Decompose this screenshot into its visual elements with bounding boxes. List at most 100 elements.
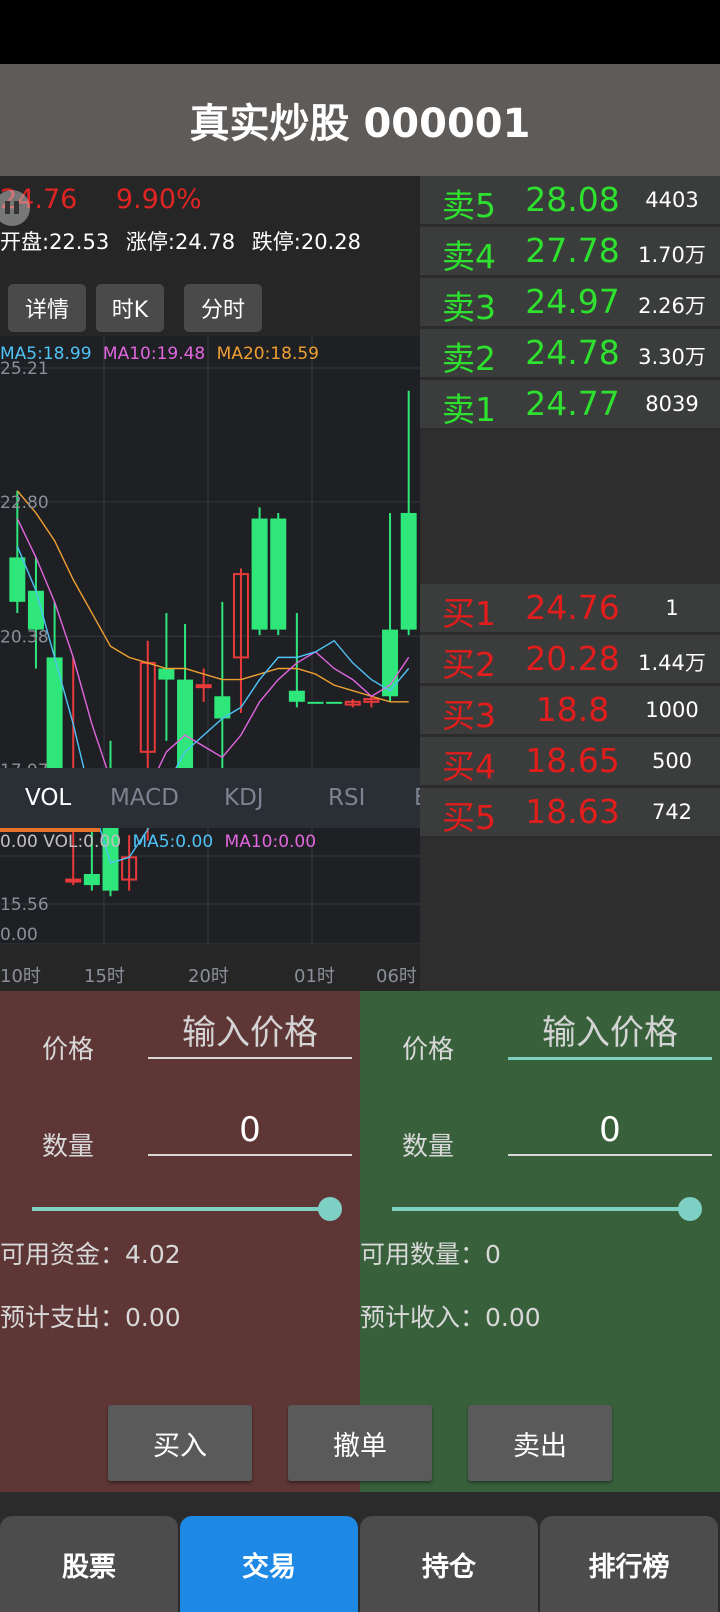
order-volume: 742 [651,800,693,824]
ma10-legend: MA10:19.48 [102,344,206,364]
y-tick-label: 15.56 [0,895,49,915]
hourly-k-button[interactable]: 时K [96,284,164,332]
sell-slider-thumb[interactable] [678,1197,702,1221]
buy-price-label: 价格 [42,1035,95,1065]
order-level-label: 买1 [442,594,496,633]
order-book-row[interactable]: 买3 18.8 1000 [420,686,720,736]
candle-body [251,518,268,630]
vol-zero-label: 0.00 [0,925,38,944]
tab-macd[interactable]: MACD [110,768,179,828]
buy-slider-thumb[interactable] [318,1197,342,1221]
order-level-label: 卖3 [442,288,496,327]
ma-legend: MA5:18.99 MA10:19.48 MA20:18.59 [0,344,325,364]
limit-up-price: 涨停:24.78 [125,230,236,254]
ma20-legend: MA20:18.59 [216,344,319,364]
order-price: 20.28 [525,639,620,678]
sell-qty-input[interactable] [508,1106,712,1156]
order-book-row[interactable]: 卖1 24.77 8039 [420,380,720,430]
order-book-row[interactable]: 卖3 24.97 2.26万 [420,278,720,328]
order-book-row[interactable]: 买2 20.28 1.44万 [420,635,720,685]
vol-legend: 0.00 VOL:0.00 MA5:0.00 MA10:0.00 [0,832,322,852]
tab-rsi[interactable]: RSI [328,768,365,828]
order-price: 18.65 [525,741,620,780]
sell-button[interactable]: 卖出 [468,1405,612,1481]
order-book-row[interactable]: 买5 18.63 742 [420,788,720,838]
order-book-row[interactable]: 卖2 24.78 3.30万 [420,329,720,379]
details-button[interactable]: 详情 [8,284,86,332]
time-share-button[interactable]: 分时 [184,284,262,332]
order-book-row[interactable]: 买1 24.76 1 [420,584,720,634]
order-price: 24.76 [525,588,620,627]
order-volume: 1.70万 [638,243,706,267]
tab-vol[interactable]: VOL [25,768,71,828]
chart-area: 25.2122.8020.3817.9715.560.00 [0,336,420,944]
order-volume: 4403 [645,188,699,212]
stock-chart-panel: 24.76 9.90% 开盘:22.53 涨停:24.78 跌停:20.28 详… [0,176,420,991]
limit-down-price: 跌停:20.28 [251,230,361,254]
sell-price-label: 价格 [402,1035,455,1065]
order-book-row[interactable]: 卖4 27.78 1.70万 [420,227,720,277]
candle-body [307,701,324,704]
sell-price-input[interactable] [508,1009,712,1060]
x-tick-label: 06时 [376,966,417,987]
buy-qty-label: 数量 [42,1132,95,1162]
pause-icon[interactable] [0,190,30,226]
candle-body [195,684,212,689]
candle-body [83,874,100,886]
nav-stocks[interactable]: 股票 [0,1516,178,1612]
x-tick-label: 15时 [84,966,125,987]
order-level-label: 卖4 [442,237,496,276]
buy-price-input[interactable] [148,1009,352,1059]
order-price: 18.8 [535,690,610,729]
candle-body [326,701,343,704]
order-level-label: 买5 [442,798,496,837]
candle-body [382,629,399,697]
change-percent: 9.90% [115,184,202,215]
available-quantity: 可用数量：0 [360,1240,501,1269]
vol-ma10: MA10:0.00 [224,832,317,852]
order-volume: 500 [651,749,693,773]
ma20-line [16,490,409,703]
estimated-income: 预计收入：0.00 [360,1303,541,1332]
order-volume: 2.26万 [638,294,706,318]
buy-button[interactable]: 买入 [108,1405,252,1481]
order-book-row[interactable]: 卖5 28.08 4403 [420,176,720,226]
sell-qty-slider[interactable] [392,1207,688,1211]
estimated-cost: 预计支出：0.00 [0,1303,181,1332]
order-level-label: 买4 [442,747,496,786]
buy-qty-input[interactable] [148,1106,352,1156]
order-book: 卖5 28.08 4403 卖4 27.78 1.70万卖3 24.97 2.26万卖2 24.… [420,176,720,991]
buy-qty-slider[interactable] [32,1207,328,1211]
x-tick-label: 20时 [188,966,229,987]
order-volume: 1000 [645,698,699,722]
available-funds: 可用资金：4.02 [0,1240,181,1269]
candle-body [158,668,175,680]
cancel-order-button[interactable]: 撤单 [288,1405,432,1481]
nav-holdings[interactable]: 持仓 [360,1516,538,1612]
vol-ma5: MA5:0.00 [132,832,214,852]
price-row: 24.76 9.90% [0,184,232,220]
candle-body [270,518,287,630]
y-tick-label: 22.80 [0,493,49,513]
order-book-row[interactable]: 买4 18.65 500 [420,737,720,787]
order-level-label: 卖2 [442,339,496,378]
ma5-legend: MA5:18.99 [0,344,92,364]
order-level-label: 卖5 [442,186,496,225]
nav-leaderboard[interactable]: 排行榜 [540,1516,718,1612]
order-volume: 3.30万 [638,345,706,369]
order-price: 24.78 [525,333,620,372]
candle-body [46,657,63,769]
price-limits: 开盘:22.53 涨停:24.78 跌停:20.28 [0,226,371,256]
nav-trade[interactable]: 交易 [180,1516,358,1612]
order-price: 27.78 [525,231,620,270]
order-level-label: 卖1 [442,390,496,429]
indicator-tabs: VOL MACD KDJ RSI B [0,768,420,828]
order-volume: 1.44万 [638,651,706,675]
candle-body [65,878,82,883]
order-price: 28.08 [525,180,620,219]
title-bar: 真实炒股 000001 [0,64,720,176]
vol-value: 0.00 VOL:0.00 [0,832,122,852]
order-price: 24.77 [525,384,620,423]
order-volume: 1 [665,596,679,620]
tab-kdj[interactable]: KDJ [224,768,264,828]
